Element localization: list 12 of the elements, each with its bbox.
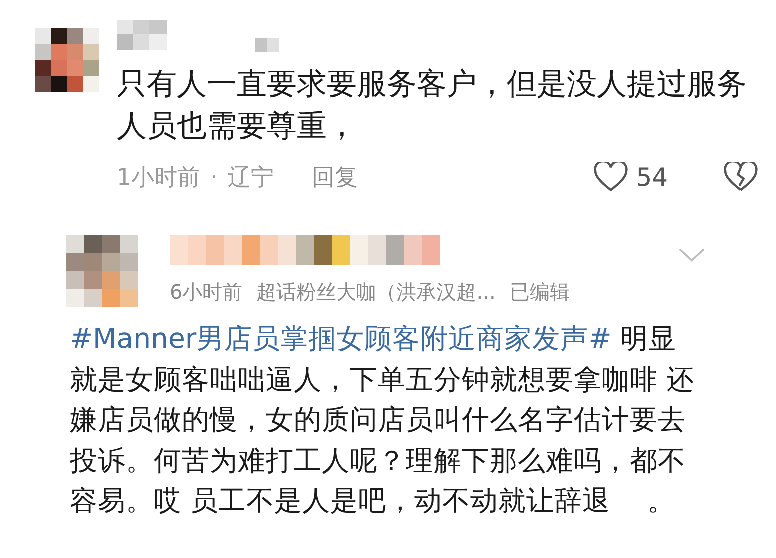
reply-button[interactable]: 回复 [312,162,358,193]
comment-text: #Manner男店员掌掴女顾客附近商家发声# 明显就是女顾客咄咄逼人，下单五分钟就想要拿咖啡 还嫌店员做的慢，女的质问店员叫什么名字估计要去投诉。何苦为难打工人呢？理解下那么难吗，都不容易。哎 员工不是人是吧，动不动就让辞退 。 [70,322,696,519]
broken-heart-icon[interactable] [724,162,758,193]
comment-location: 辽宁 [228,164,274,193]
comment-time: 1小时前 [117,164,201,193]
fan-title-label: 超话粉丝大咖（洪承汉超... [256,279,496,306]
like-button[interactable]: 54 [594,162,668,193]
comment-text: 只有人一直要求要服务客户，但是没人提过服务人员也需要尊重， [117,66,748,146]
hashtag-link[interactable]: #Manner男店员掌掴女顾客附近商家发声# [70,323,612,355]
edited-label: 已编辑 [510,279,570,306]
comment-time: 6小时前 [170,279,243,306]
separator-dot: · [210,164,218,190]
